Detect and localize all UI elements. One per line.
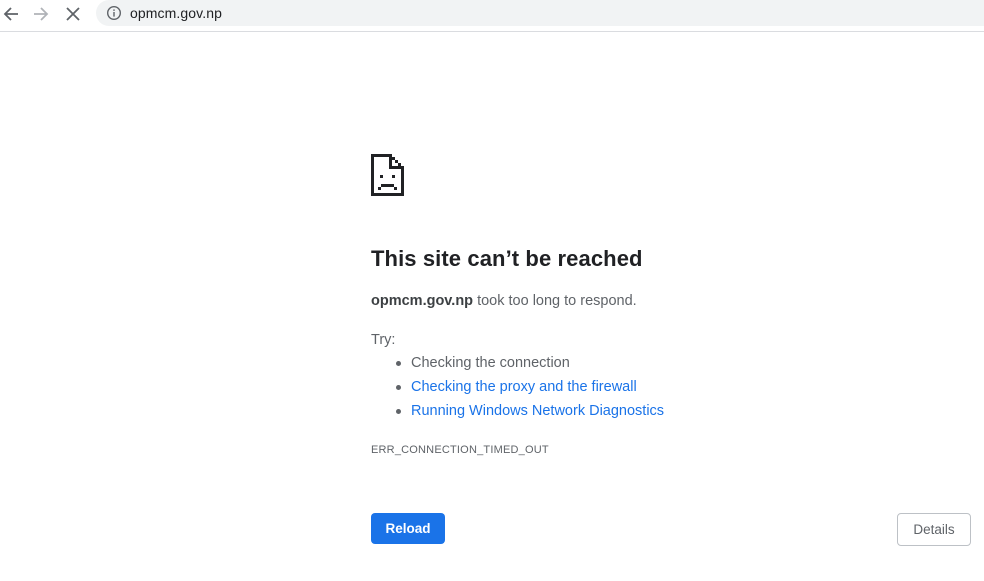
- list-item: Checking the connection: [371, 353, 664, 377]
- address-bar[interactable]: opmcm.gov.np: [96, 0, 984, 26]
- url-text: opmcm.gov.np: [130, 5, 222, 21]
- back-button[interactable]: [0, 2, 23, 26]
- list-item: Running Windows Network Diagnostics: [371, 401, 664, 425]
- suggestion-network-diagnostics-link[interactable]: Running Windows Network Diagnostics: [411, 403, 664, 419]
- error-headline: This site can’t be reached: [371, 246, 643, 271]
- error-summary-text: took too long to respond.: [473, 293, 637, 309]
- suggestion-check-proxy-link[interactable]: Checking the proxy and the firewall: [411, 379, 637, 395]
- suggestions-list: Checking the connection Checking the pro…: [371, 353, 664, 425]
- sad-page-icon: [371, 154, 404, 196]
- suggestion-check-connection: Checking the connection: [411, 355, 570, 371]
- error-code: ERR_CONNECTION_TIMED_OUT: [371, 444, 549, 456]
- forward-button[interactable]: [29, 2, 53, 26]
- arrow-right-icon: [34, 7, 49, 21]
- error-summary: opmcm.gov.np took too long to respond.: [371, 291, 637, 311]
- close-icon: [66, 7, 80, 21]
- browser-toolbar: opmcm.gov.np: [0, 0, 984, 32]
- reload-button[interactable]: Reload: [371, 513, 445, 544]
- info-icon[interactable]: [106, 5, 122, 21]
- try-label: Try:: [371, 332, 396, 348]
- error-host: opmcm.gov.np: [371, 293, 474, 309]
- arrow-left-icon: [3, 7, 18, 21]
- details-button[interactable]: Details: [897, 513, 971, 546]
- stop-button[interactable]: [61, 2, 85, 26]
- list-item: Checking the proxy and the firewall: [371, 377, 664, 401]
